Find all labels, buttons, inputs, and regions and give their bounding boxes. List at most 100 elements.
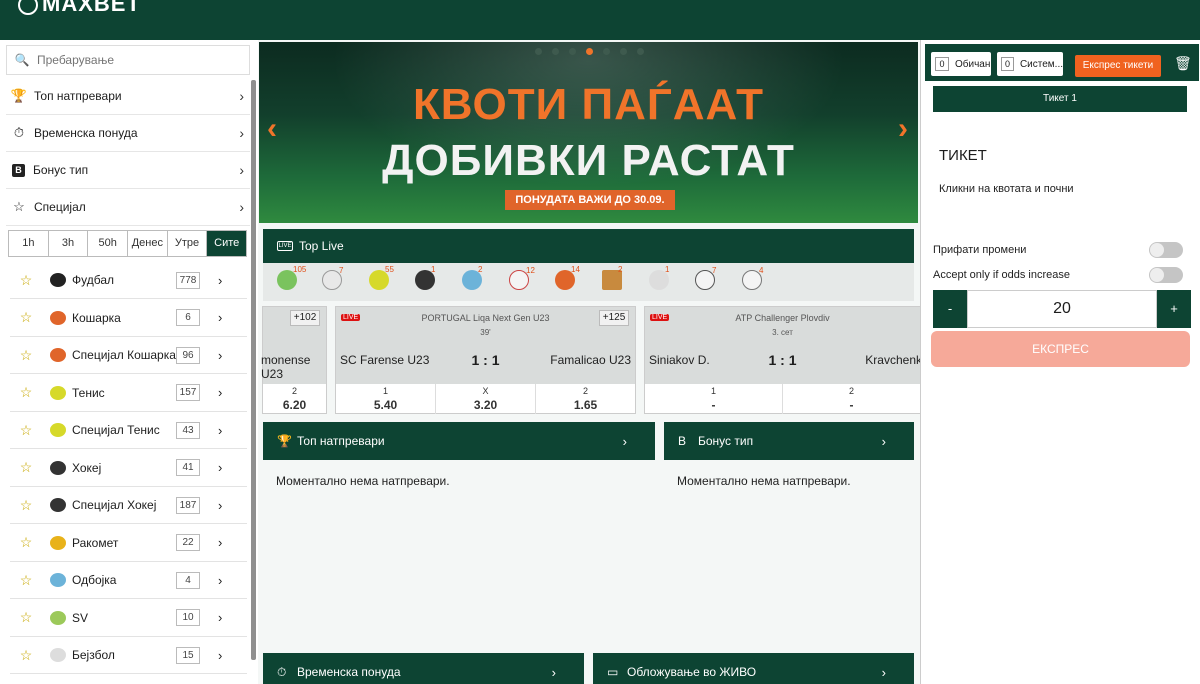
menu-special[interactable]: ☆ Специјал › [6,189,250,226]
favorite-star-icon[interactable]: ☆ [16,647,36,664]
odd-button[interactable]: 2- [783,384,920,414]
bet-slip-tabs: 0 Обичан 0 Систем... Експрес тикети 🗑 [925,44,1199,81]
stake-stepper: - 20 + [933,290,1191,328]
bonus-type-header[interactable]: B Бонус тип › [664,422,914,460]
favorite-star-icon[interactable]: ☆ [16,534,36,551]
hockey-icon[interactable]: 1 [415,265,435,290]
time-filter-tabs: 1h 3h 50h Денес Утре Сите [8,230,247,257]
stake-plus-button[interactable]: + [1157,290,1191,328]
favorite-star-icon[interactable]: ☆ [16,422,36,439]
menu-top-matches[interactable]: 🏆 Топ натпревари › [6,78,250,115]
favorite-star-icon[interactable]: ☆ [16,609,36,626]
favorite-star-icon[interactable]: ☆ [16,497,36,514]
odd-button[interactable]: 2 1.65 [536,384,635,414]
sport-count-badge: 157 [176,384,200,401]
chevron-right-icon: › [239,162,244,178]
sport-item[interactable]: ☆ Ракомет 22 › [10,525,247,562]
chevron-right-icon: › [218,610,223,625]
bet-slip-panel: 0 Обичан 0 Систем... Експрес тикети 🗑 Тике… [920,40,1200,684]
soccer-icon[interactable]: 7 [322,266,343,290]
tab-1h[interactable]: 1h [9,231,49,256]
ticket-1-tab[interactable]: Тикет 1 [933,86,1187,112]
odd-button[interactable]: 2 6.20 [263,384,326,414]
accept-changes-label: Прифати промени [933,244,1027,256]
sport-label: SV [72,610,89,625]
away-player: Kravchenk [865,353,920,367]
favorite-star-icon[interactable]: ☆ [16,347,36,364]
virtual-soccer-icon[interactable]: 4 [742,266,763,290]
odd-button[interactable]: 1- [645,384,783,414]
express-tickets-button[interactable]: Експрес тикети [1075,55,1161,77]
sport-item[interactable]: ☆ SV 10 › [10,600,247,637]
chevron-right-icon: › [218,272,223,288]
favorite-star-icon[interactable]: ☆ [16,572,36,589]
sport-icon [50,348,66,362]
favorite-star-icon[interactable]: ☆ [16,272,36,289]
carousel-dots[interactable] [535,48,644,55]
star-icon: ☆ [13,199,25,214]
live-match-card[interactable]: LIVE ATP Challenger Plovdiv 3. сет Sinia… [644,306,920,414]
main-content: ‹ › КВОТИ ПАЃААТ ДОБИВКИ РАСТАТ ПОНУДАТА… [258,40,920,684]
favorite-star-icon[interactable]: ☆ [16,459,36,476]
live-match-card[interactable]: +102 monense U23 2 6.20 [261,306,327,414]
more-markets-button[interactable]: +125 [599,310,629,326]
more-markets-button[interactable]: +102 [290,310,320,326]
tab-50h[interactable]: 50h [88,231,129,256]
live-match-card[interactable]: LIVE PORTUGAL Liqa Next Gen U23 39' +125… [335,306,636,414]
sport-item[interactable]: ☆ Специјал Тенис 43 › [10,412,247,449]
sport-item[interactable]: ☆ Специјал Хокеј 187 › [10,487,247,524]
promo-banner[interactable]: ‹ › КВОТИ ПАЃААТ ДОБИВКИ РАСТАТ ПОНУДАТА… [259,42,918,223]
time-offer-header[interactable]: ⏱ Временска понуда › [263,653,584,684]
accept-increase-toggle[interactable] [1149,267,1183,283]
live-betting-header[interactable]: ▭ Обложување во ЖИВО › [593,653,914,684]
tab-all[interactable]: Сите [207,231,247,256]
tennis-icon[interactable]: 55 [369,265,394,290]
sport-item[interactable]: ☆ Тенис 157 › [10,375,247,412]
favorite-star-icon[interactable]: ☆ [16,384,36,401]
search-input[interactable] [37,53,237,67]
sport-count-badge: 15 [176,646,200,664]
tab-today[interactable]: Денес [128,231,168,256]
chevron-right-icon: › [218,460,223,475]
menu-bonus-type[interactable]: B Бонус тип › [6,152,250,189]
sport-icon [50,310,66,325]
odd-button[interactable]: 1 5.40 [336,384,436,414]
chevron-right-icon: › [239,125,244,141]
table-tennis-icon[interactable]: 14 [555,265,580,290]
sport-item[interactable]: ☆ Кошарка 6 › [10,300,247,337]
place-express-bet-button[interactable]: ЕКСПРЕС [931,331,1190,367]
sport-item[interactable]: ☆ Фудбал 778 › [10,262,247,299]
menu-time-offer[interactable]: ⏱ Временска понуда › [6,115,250,152]
favorite-star-icon[interactable]: ☆ [16,309,36,326]
live-icon: LIVE [277,241,293,251]
tab-tomorrow[interactable]: Утре [168,231,208,256]
away-team: Famalicao U23 [550,353,631,367]
sport-item[interactable]: ☆ Одбојка 4 › [10,562,247,599]
top-matches-header[interactable]: 🏆 Топ натпревари › [263,422,655,460]
accept-changes-toggle[interactable] [1149,242,1183,258]
sport-icon [50,460,66,475]
tab-3h[interactable]: 3h [49,231,89,256]
search-box[interactable]: 🔍 [6,45,250,75]
odd-button[interactable]: X 3.20 [436,384,536,414]
esoccer-icon[interactable]: 7 [695,266,716,290]
tab-single[interactable]: 0 Обичан [931,52,991,76]
sport-item[interactable]: ☆ Специјал Кошарка 96 › [10,337,247,374]
sport-item[interactable]: ☆ Бејзбол 15 › [10,637,247,674]
maxbet-logo[interactable]: MAXBET [18,0,141,17]
stake-minus-button[interactable]: - [933,290,967,328]
trash-icon[interactable]: 🗑 [1174,55,1192,72]
sidebar-scrollbar[interactable] [251,80,256,660]
sport-item[interactable]: ☆ Хокеј 41 › [10,450,247,487]
billiards-icon[interactable]: 2 [602,265,622,290]
volleyball-icon[interactable]: 2 [462,265,482,290]
sport-count-badge: 10 [176,609,200,626]
tab-system[interactable]: 0 Систем... [997,52,1063,76]
sport-count-badge: 6 [176,309,200,326]
football-icon[interactable]: 105 [277,265,306,290]
baseball-icon[interactable]: 12 [509,266,535,290]
sport-label: Тенис [72,385,105,400]
darts-icon[interactable]: 1 [649,265,669,290]
chevron-right-icon: › [881,433,886,449]
stake-input[interactable]: 20 [967,290,1157,328]
